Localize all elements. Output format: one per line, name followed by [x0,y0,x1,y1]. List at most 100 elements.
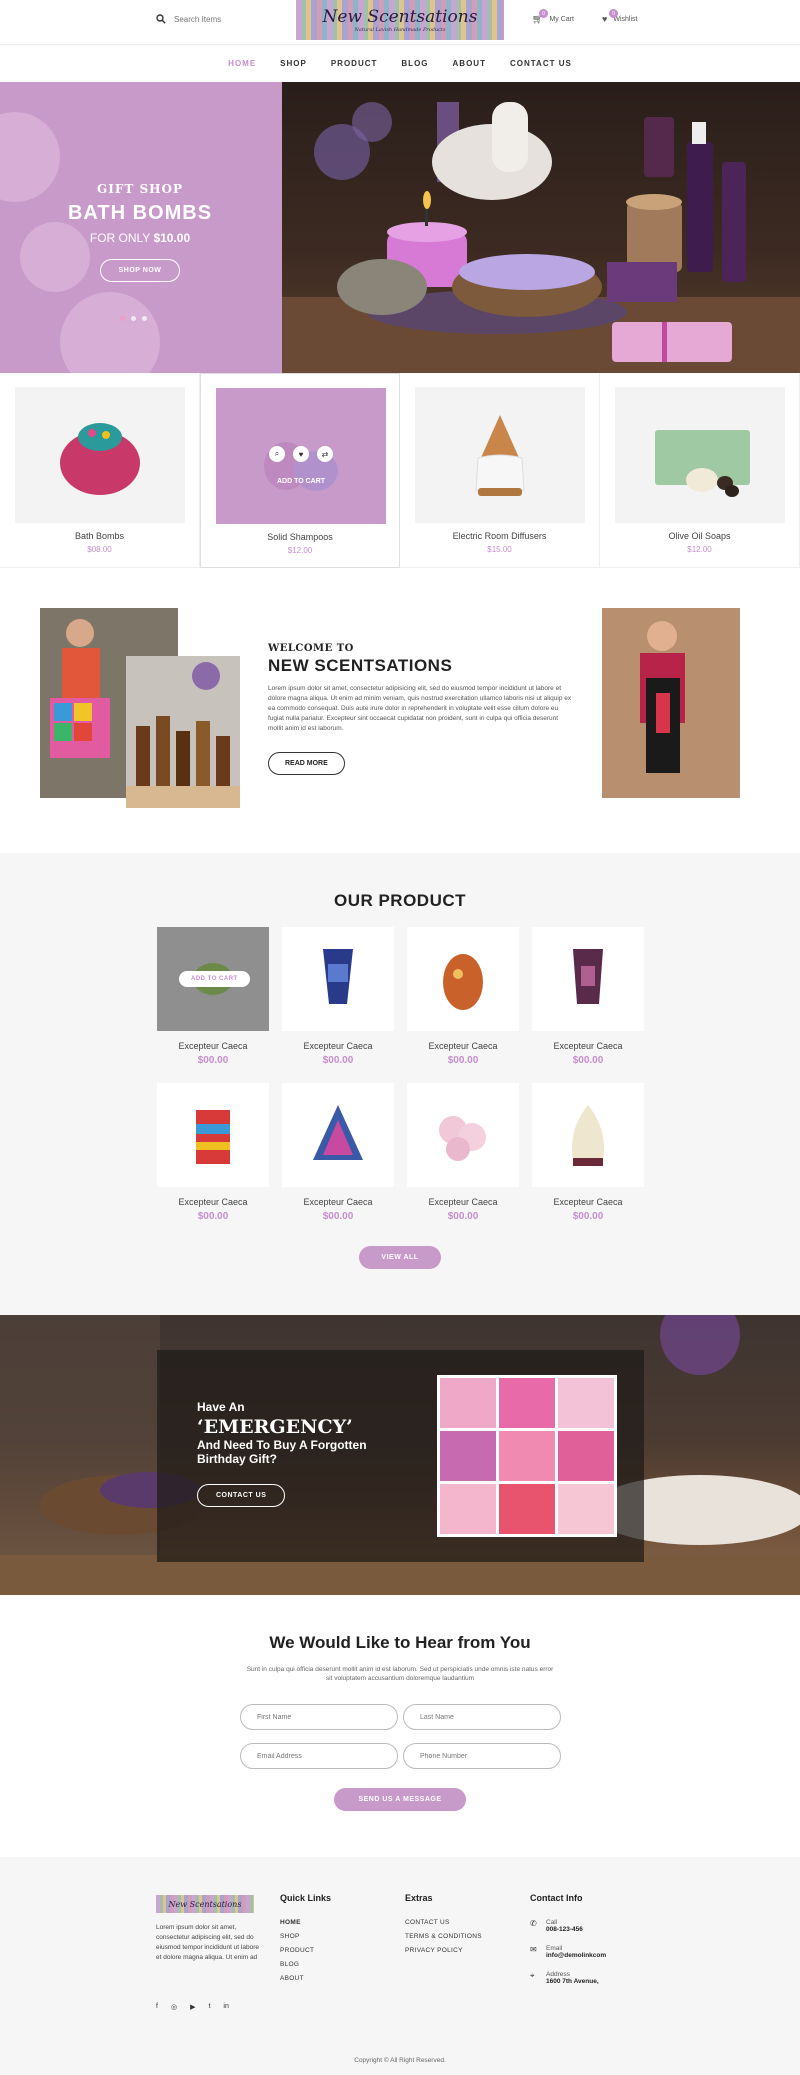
category-price: $12.00 [687,545,712,554]
youtube-icon[interactable]: ▶ [190,2003,195,2011]
product-card[interactable]: Excepteur Caeca $00.00 [532,1083,644,1222]
social-links: f ◎ ▶ t in [156,2003,229,2011]
product-name[interactable]: Excepteur Caeca [282,1197,394,1207]
bath-bomb-image [60,423,140,495]
call-value[interactable]: 008-123-456 [546,1926,583,1933]
footer-link-blog[interactable]: BLOG [280,1961,331,1968]
category-name[interactable]: Electric Room Diffusers [400,531,599,541]
read-more-button[interactable]: READ MORE [268,752,345,775]
cart-link[interactable]: 🛒︎ 0 My Cart [532,9,574,25]
search-bar[interactable] [156,14,284,24]
product-name[interactable]: Excepteur Caeca [157,1041,269,1051]
site-header: New Scentsations Natural Lavish Handmade… [0,0,800,44]
product-name[interactable]: Excepteur Caeca [407,1197,519,1207]
slider-dot[interactable] [131,316,136,321]
category-name[interactable]: Bath Bombs [0,531,199,541]
product-image[interactable] [157,1083,269,1187]
category-card[interactable]: Olive Oil Soaps $12.00 [600,373,800,568]
footer-link-about[interactable]: ABOUT [280,1975,331,1982]
last-name-field[interactable] [403,1704,561,1730]
category-name[interactable]: Solid Shampoos [201,532,399,542]
contact-subtitle: Sunt in culpa qui officia deserunt molli… [246,1666,554,1682]
nav-item-contact-us[interactable]: CONTACT US [510,59,572,68]
product-name[interactable]: Excepteur Caeca [157,1197,269,1207]
footer-quick-links: Quick Links HOME SHOP PRODUCT BLOG ABOUT [280,1893,331,1989]
wishlist-link[interactable]: ♥ 0 Wishlist [602,9,637,24]
email-field[interactable] [240,1743,398,1769]
footer-link-product[interactable]: PRODUCT [280,1947,331,1954]
search-input[interactable] [174,14,284,24]
send-message-button[interactable]: SEND US A MESSAGE [334,1788,466,1811]
product-name[interactable]: Excepteur Caeca [532,1197,644,1207]
footer-email: ✉ Email info@demolinkcom [530,1945,606,1959]
product-image[interactable] [282,927,394,1031]
gift-photo [440,1484,496,1534]
category-name[interactable]: Olive Oil Soaps [600,531,799,541]
category-image[interactable] [15,387,185,523]
footer-link-terms[interactable]: TERMS & CONDITIONS [405,1933,482,1940]
footer-heading: Extras [405,1893,433,1903]
category-card[interactable]: Electric Room Diffusers $15.00 [400,373,600,568]
category-image[interactable] [615,387,785,523]
product-name[interactable]: Excepteur Caeca [407,1041,519,1051]
product-card[interactable]: Excepteur Caeca $00.00 [157,1083,269,1222]
footer-link-shop[interactable]: SHOP [280,1933,331,1940]
product-image[interactable] [407,1083,519,1187]
category-price: $15.00 [487,545,512,554]
first-name-field[interactable] [240,1704,398,1730]
instagram-icon[interactable]: ◎ [171,2003,177,2011]
nav-item-blog[interactable]: BLOG [401,59,428,68]
product-image[interactable] [282,1083,394,1187]
product-image[interactable]: ADD TO CART [157,927,269,1031]
nav-item-about[interactable]: ABOUT [453,59,486,68]
oils-illustration [126,656,240,808]
site-logo[interactable]: New Scentsations Natural Lavish Handmade… [296,0,504,40]
wishlist-heart-icon[interactable]: ♥ [293,446,309,462]
slider-dot[interactable] [142,316,147,321]
category-image[interactable] [415,387,585,523]
shop-now-button[interactable]: SHOP NOW [99,259,181,282]
compare-icon[interactable]: ⇄ [317,446,333,462]
footer-logo[interactable]: New Scentsations [156,1895,254,1913]
view-all-button[interactable]: VIEW ALL [359,1246,441,1269]
product-card[interactable]: Excepteur Caeca $00.00 [407,1083,519,1222]
quick-view-icon[interactable]: ⌕ [269,446,285,462]
twitter-icon[interactable]: t [208,2003,210,2011]
footer-link-home[interactable]: HOME [280,1919,331,1926]
slider-dot[interactable] [120,316,125,321]
nav-item-shop[interactable]: SHOP [280,59,307,68]
email-value[interactable]: info@demolinkcom [546,1952,606,1959]
cart-count-badge: 0 [539,9,548,18]
product-name[interactable]: Excepteur Caeca [532,1041,644,1051]
footer-link-contact-us[interactable]: CONTACT US [405,1919,482,1926]
emergency-line2: ‘EMERGENCY’ [197,1416,353,1438]
category-add-to-cart[interactable]: ADD TO CART [216,478,386,485]
facebook-icon[interactable]: f [156,2003,158,2011]
linkedin-icon[interactable]: in [223,2003,228,2011]
heart-icon: ♥ [602,14,608,24]
phone-field[interactable] [403,1743,561,1769]
category-price: $12.00 [287,546,313,555]
product-name[interactable]: Excepteur Caeca [282,1041,394,1051]
product-card[interactable]: Excepteur Caeca $00.00 [282,927,394,1066]
gift-photo-grid [437,1375,617,1537]
product-image[interactable] [407,927,519,1031]
hero-left-panel: GIFT SHOP BATH BOMBS FOR ONLY $10.00 SHO… [0,82,282,373]
product-card[interactable]: ADD TO CART Excepteur Caeca $00.00 [157,927,269,1066]
category-card[interactable]: ⌕ ♥ ⇄ ADD TO CART Solid Shampoos $12.00 [200,373,400,568]
product-thumb [196,1110,230,1164]
nav-item-home[interactable]: HOME [228,59,256,68]
welcome-kicker: WELCOME TO [268,643,354,654]
product-image[interactable] [532,927,644,1031]
nav-item-product[interactable]: PRODUCT [331,59,378,68]
product-price: $00.00 [572,1211,604,1222]
footer-link-privacy[interactable]: PRIVACY POLICY [405,1947,482,1954]
category-card[interactable]: Bath Bombs $08.00 [0,373,200,568]
contact-us-button[interactable]: CONTACT US [197,1484,286,1507]
add-to-cart-button[interactable]: ADD TO CART [179,971,250,987]
product-card[interactable]: Excepteur Caeca $00.00 [532,927,644,1066]
product-card[interactable]: Excepteur Caeca $00.00 [282,1083,394,1222]
category-image[interactable]: ⌕ ♥ ⇄ ADD TO CART [216,388,386,524]
product-image[interactable] [532,1083,644,1187]
product-card[interactable]: Excepteur Caeca $00.00 [407,927,519,1066]
